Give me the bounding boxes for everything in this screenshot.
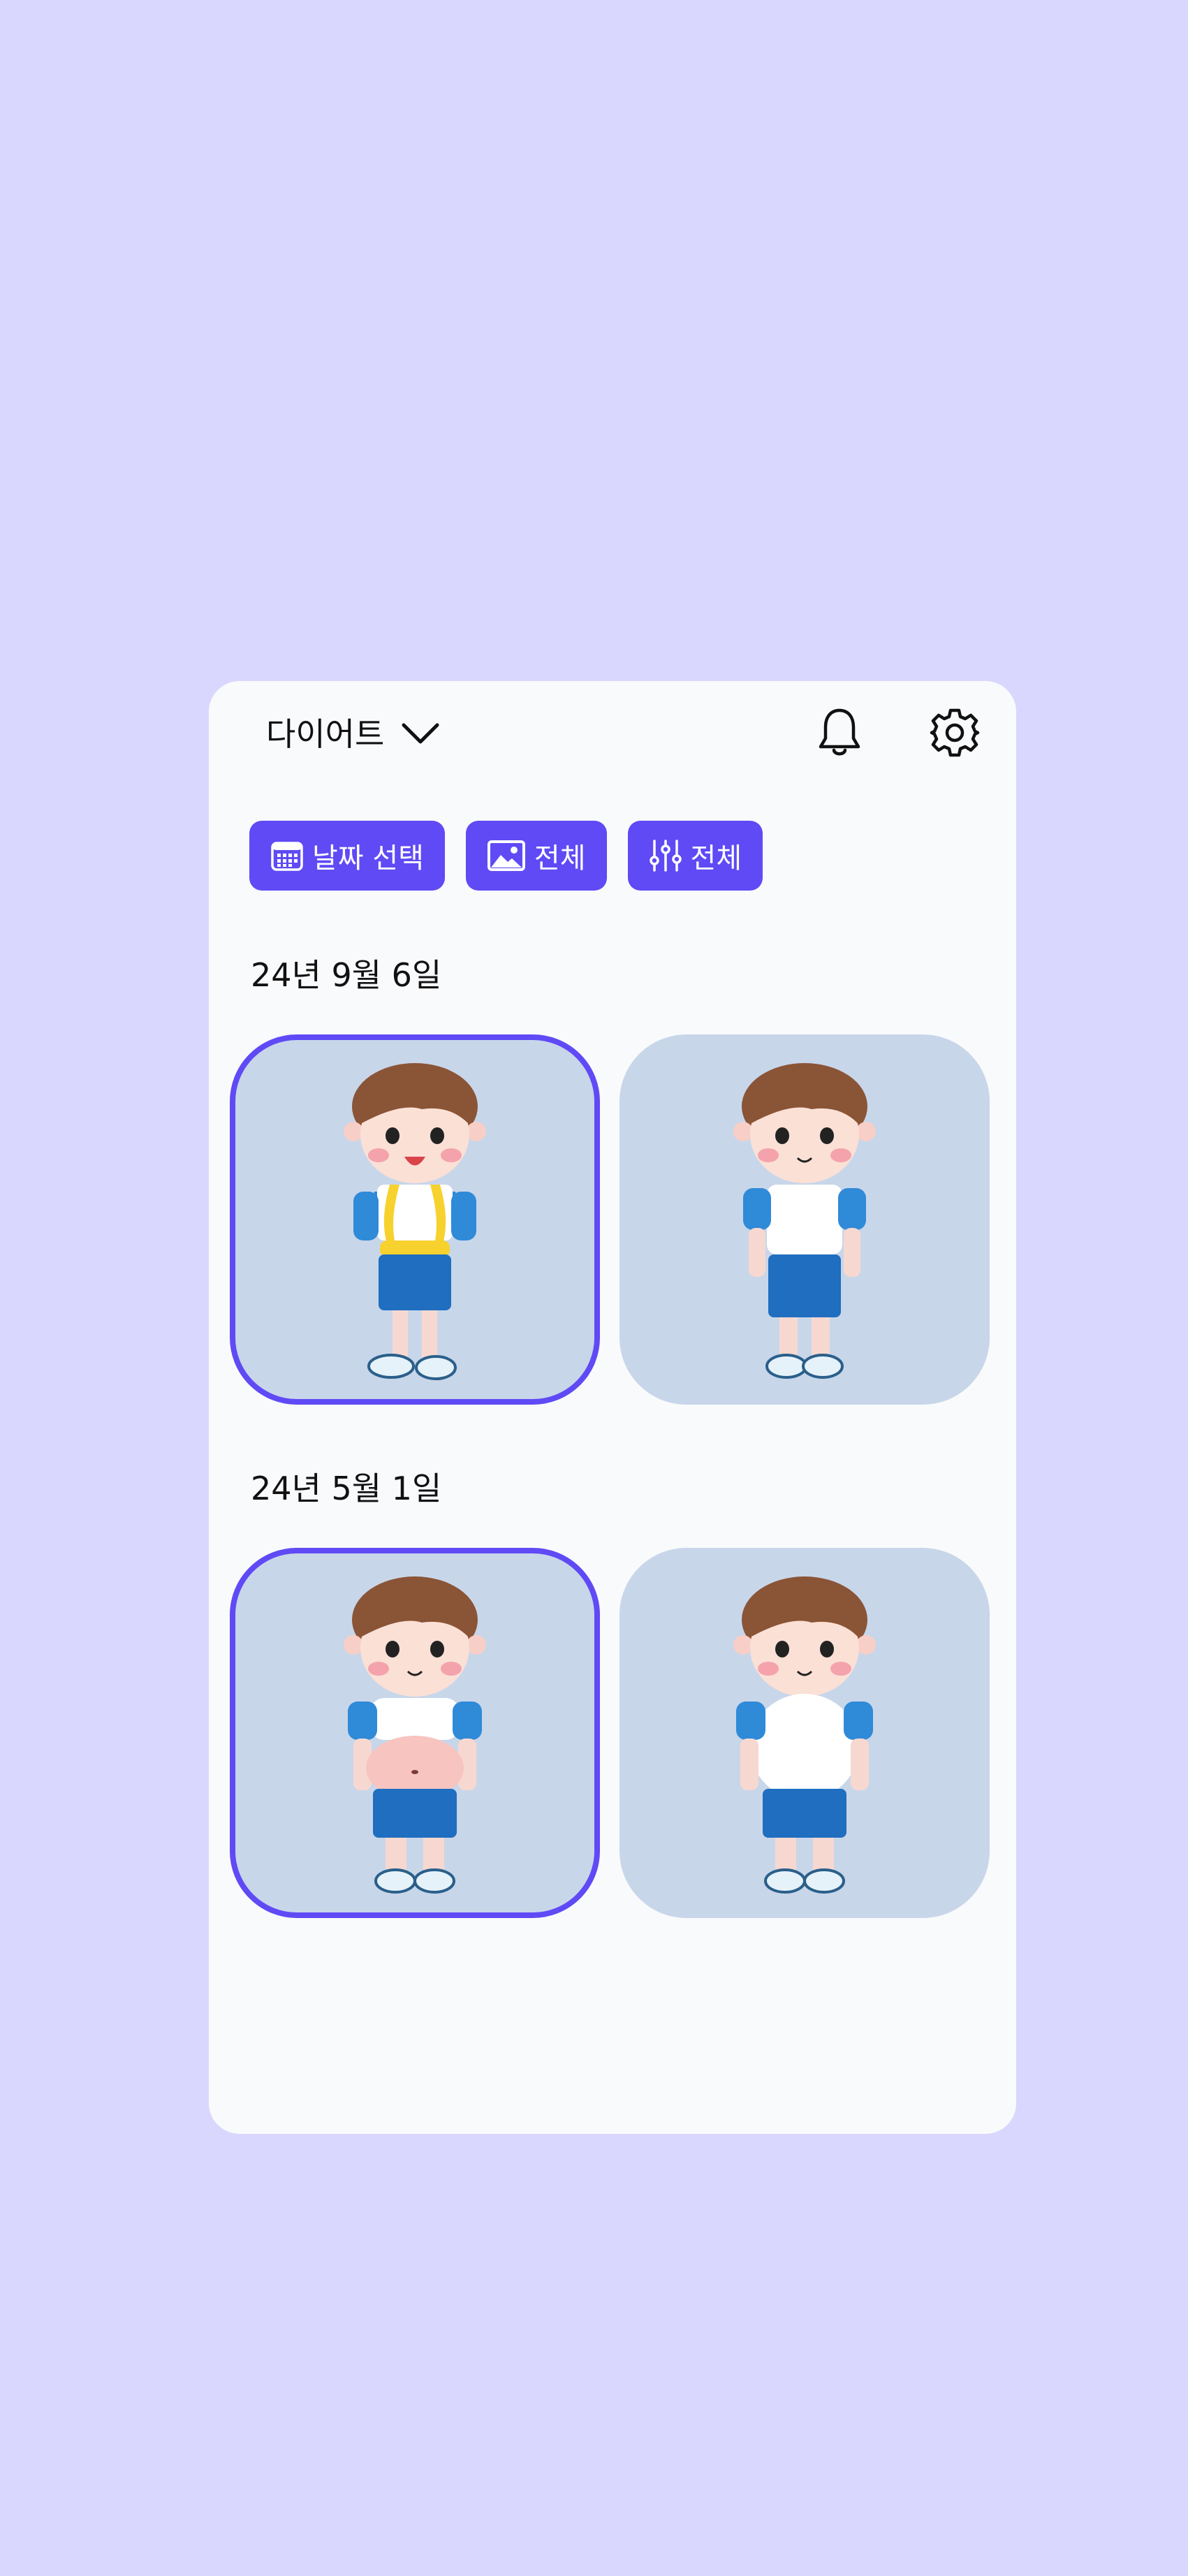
adjust-filter-button[interactable]: 전체 (627, 821, 763, 891)
photo-thumbnail[interactable] (230, 1548, 600, 1918)
media-filter-label: 전체 (534, 842, 586, 874)
date-heading: 24년 5월 1일 (251, 1470, 442, 1507)
bell-icon (819, 708, 860, 756)
photo-thumbnail[interactable] (619, 1034, 990, 1405)
photo-thumbnail[interactable] (619, 1548, 990, 1918)
settings-button[interactable] (930, 708, 980, 761)
calendar-icon (271, 842, 303, 871)
chevron-down-icon (402, 723, 439, 744)
photo-thumbnail[interactable] (230, 1034, 600, 1405)
media-filter-button[interactable]: 전체 (465, 821, 607, 891)
date-heading: 24년 9월 6일 (251, 956, 442, 994)
category-dropdown[interactable]: 다이어트 (266, 709, 440, 755)
filter-bar: 날짜 선택 전체 전체 (249, 821, 763, 891)
boy-showing-belly-illustration (344, 1576, 486, 1894)
boy-standing-slim-illustration (733, 1063, 876, 1379)
category-title: 다이어트 (266, 715, 385, 753)
notification-button[interactable] (816, 706, 863, 762)
boy-with-measuring-tape-illustration (344, 1063, 486, 1380)
date-select-button[interactable]: 날짜 선택 (249, 821, 445, 891)
boy-standing-chubby-illustration (733, 1576, 876, 1894)
main-card: 다이어트 날짜 선택 전체 전체 24년 9월 6일 24년 5월 1일 (209, 681, 1016, 2134)
sliders-icon (649, 840, 682, 872)
date-select-label: 날짜 선택 (312, 842, 424, 874)
image-icon (487, 840, 525, 871)
gear-icon (930, 708, 980, 757)
adjust-filter-label: 전체 (690, 842, 742, 874)
